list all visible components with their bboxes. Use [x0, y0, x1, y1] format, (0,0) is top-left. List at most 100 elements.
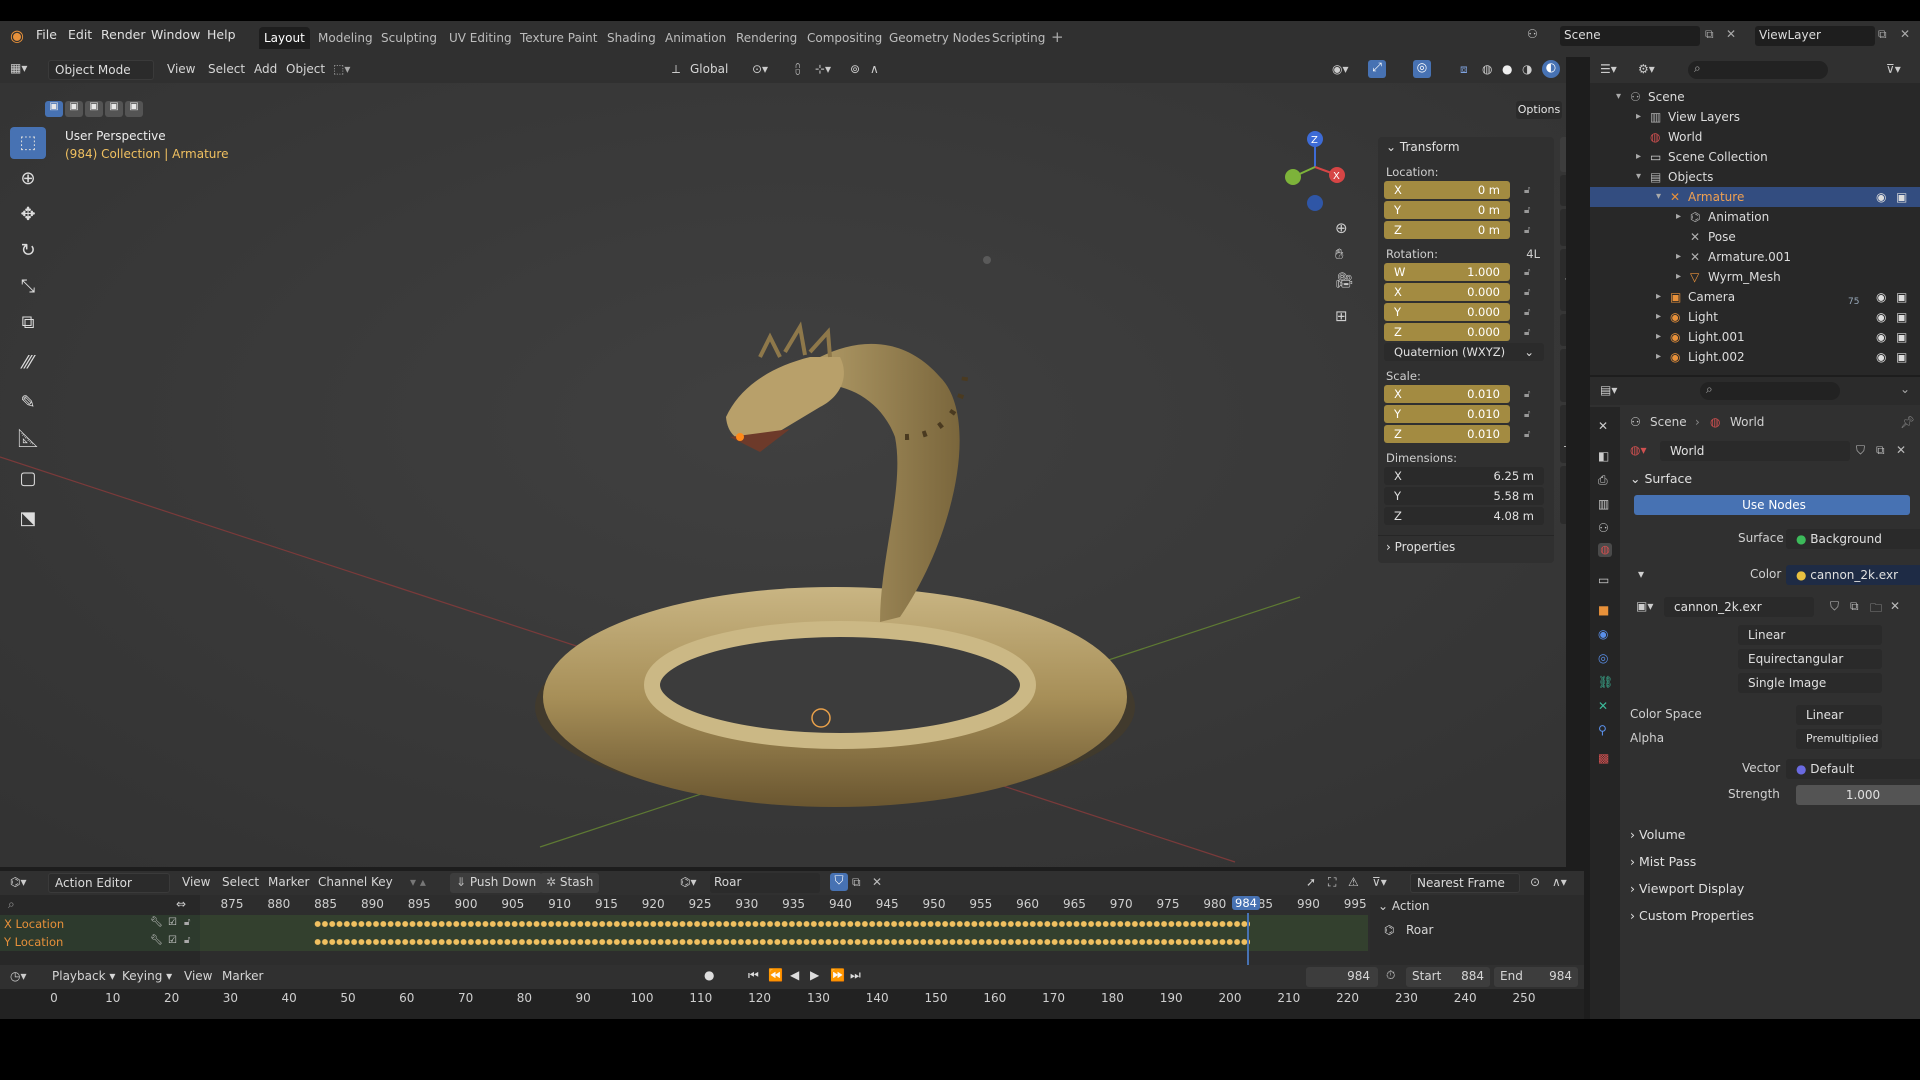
checkbox-icon[interactable]: ☑ [168, 935, 177, 946]
filter-icon[interactable]: ⊽▾ [1372, 875, 1387, 889]
current-frame-badge[interactable]: 984 [1232, 896, 1260, 910]
proportional-edit-icon[interactable]: ⊚ [850, 62, 860, 76]
rotation-mode-tag[interactable]: 4L [1526, 247, 1540, 261]
gizmo-toggle-icon[interactable]: ⬚▾ [333, 62, 350, 76]
material-shading-icon[interactable]: ◑ [1522, 62, 1532, 76]
only-errors-icon[interactable]: ⚠ [1348, 875, 1359, 889]
shear-icon[interactable]: ⬔ [10, 503, 46, 535]
jump-start-icon[interactable]: ⏮ [748, 968, 759, 983]
menu-window[interactable]: Window [151, 25, 200, 45]
open-image-icon[interactable]: 🗀︎ [1870, 599, 1882, 620]
menu-view[interactable]: View [167, 62, 195, 76]
outliner-search-input[interactable]: ⌕ [1688, 61, 1828, 79]
snapping-dropdown[interactable]: Nearest Frame [1410, 873, 1520, 893]
location-y-field[interactable]: Y 0 m [1384, 201, 1510, 219]
record-icon[interactable]: ● [704, 968, 714, 982]
color-input-field[interactable]: ● cannon_2k.exr [1786, 565, 1920, 585]
solid-shading-icon[interactable]: ● [1502, 62, 1512, 76]
duplicate-icon[interactable]: ⧉ [1850, 599, 1859, 614]
expand-arrow-icon[interactable]: ▸ [1656, 347, 1661, 367]
select-new-icon[interactable]: ▣ [45, 101, 63, 117]
outliner-row[interactable]: ▸ ▽ Wyrm_Mesh [1590, 267, 1920, 287]
view-layer-selector[interactable]: ViewLayer [1755, 26, 1875, 46]
tab-rendering[interactable]: Rendering [731, 27, 802, 49]
expand-arrow-icon[interactable]: ▸ [1636, 147, 1641, 167]
timeline-ruler[interactable]: 0 10 20 30 40 50 60 70 80 90 100 110 120 130 140 150 160… [0, 991, 1584, 1009]
expand-arrow-icon[interactable]: ▸ [1676, 207, 1681, 227]
dimensions-z-field[interactable]: Z 4.08 m [1384, 507, 1544, 525]
constraint-tab-icon[interactable]: ⛓︎ [1598, 675, 1613, 689]
alpha-dropdown[interactable]: Premultiplied [1796, 729, 1882, 749]
eye-icon[interactable]: ◉ [1876, 307, 1886, 327]
scene-icon[interactable]: ⚇ [1527, 27, 1538, 41]
action-panel-header[interactable]: ⌄ Action [1378, 899, 1429, 913]
scale-z-field[interactable]: Z 0.010 [1384, 425, 1510, 443]
cursor-icon[interactable]: ⊕ [10, 163, 46, 195]
annotate-icon[interactable]: ⁄⁄⁄ [10, 347, 46, 379]
prev-keyframe-icon[interactable]: ⏪ [768, 968, 783, 982]
keyframes-y-location[interactable] [314, 936, 1250, 948]
snap-target-icon[interactable]: ⊹▾ [815, 62, 831, 76]
modifier-tab-icon[interactable]: ◉ [1598, 627, 1612, 641]
dimensions-x-field[interactable]: X 6.25 m [1384, 467, 1544, 485]
modifier-icon[interactable]: 🔧︎ [150, 917, 163, 928]
scene-selector[interactable]: Scene [1560, 26, 1700, 46]
action-menu-marker[interactable]: Marker [268, 875, 309, 889]
vector-field[interactable]: ● Default [1786, 759, 1920, 779]
breadcrumb-scene[interactable]: Scene [1650, 415, 1687, 429]
action-name-field[interactable]: Roar [710, 873, 820, 893]
properties-subpanel[interactable]: › Properties [1378, 535, 1554, 557]
lock-icon[interactable]: 🔓︎ [1524, 205, 1530, 216]
timeline-editor-icon[interactable]: ◷▾ [10, 969, 27, 983]
timeline-menu-view[interactable]: View [184, 969, 212, 983]
texture-tab-icon[interactable]: ▩ [1598, 751, 1612, 765]
action-menu-channel[interactable]: Channel [318, 875, 367, 889]
show-hidden-icon[interactable]: ⛶ [1328, 875, 1336, 890]
lock-icon[interactable]: 🔓︎ [1524, 409, 1530, 420]
action-menu-key[interactable]: Key [371, 875, 393, 889]
tab-animation[interactable]: Animation [660, 27, 731, 49]
filter-icon[interactable]: ⊽▾ [1886, 62, 1901, 76]
outliner-row[interactable]: ▸ ▣ Camera ◉ ▣ [1590, 287, 1920, 307]
falloff-icon[interactable]: ∧▾ [1552, 875, 1567, 889]
image-name-field[interactable]: cannon_2k.exr [1664, 597, 1814, 617]
scale-x-field[interactable]: X 0.010 [1384, 385, 1510, 403]
3d-viewport[interactable]: ▦▾ Object Mode View Select Add Object ⬚▾… [0, 57, 1566, 867]
expand-arrow-icon[interactable]: ▸ [1676, 247, 1681, 267]
render-visibility-icon[interactable]: ▣ [1896, 287, 1907, 307]
outliner-row[interactable]: ▸ ◉ Light.002 ◉ ▣ [1590, 347, 1920, 367]
tab-hardops[interactable]: HardOps [1560, 405, 1566, 464]
select-box-icon[interactable]: ⬚ [10, 127, 46, 159]
render-visibility-icon[interactable]: ▣ [1896, 187, 1907, 207]
play-icon[interactable]: ▶ [810, 968, 819, 982]
chevron-down-icon[interactable]: ▾ [1638, 567, 1644, 581]
expand-arrow-icon[interactable]: ▸ [1636, 107, 1641, 127]
render-visibility-icon[interactable]: ▣ [1896, 307, 1907, 327]
scene-delete-icon[interactable]: ✕ [1726, 27, 1736, 41]
rotation-y-field[interactable]: Y 0.000 [1384, 303, 1510, 321]
menu-render[interactable]: Render [101, 25, 146, 45]
output-tab-icon[interactable]: ⎙ [1598, 473, 1612, 487]
mode-dropdown[interactable]: Object Mode [48, 60, 154, 80]
object-tab-icon[interactable]: ■ [1598, 603, 1612, 617]
render-visibility-icon[interactable]: ▣ [1896, 327, 1907, 347]
tab-texture-paint[interactable]: Texture Paint [515, 27, 602, 49]
snap-icon[interactable]: ⩉ [795, 62, 800, 77]
lock-icon[interactable]: 🔓︎ [1524, 225, 1530, 236]
source-dropdown[interactable]: Single Image [1738, 673, 1882, 693]
use-nodes-button[interactable]: Use Nodes [1634, 495, 1910, 515]
outliner-row[interactable]: ✕ Pose [1590, 227, 1920, 247]
camera-view-icon[interactable]: 🎥︎ [1335, 271, 1354, 289]
current-frame-field[interactable]: 984 [1306, 967, 1378, 987]
falloff-icon[interactable]: ∧ [870, 62, 879, 76]
action-mode-dropdown[interactable]: Action Editor [48, 873, 170, 893]
unlink-icon[interactable]: ✕ [1896, 443, 1906, 457]
tab-compositing[interactable]: Compositing [802, 27, 887, 49]
duplicate-icon[interactable]: ⧉ [1876, 443, 1885, 458]
tab-view[interactable]: View [1560, 209, 1566, 246]
view-layer-delete-icon[interactable]: ✕ [1900, 27, 1910, 41]
checkbox-icon[interactable]: ☑ [168, 917, 177, 928]
channel-row[interactable]: X Location 🔧︎ ☑ 🔓︎ [0, 915, 200, 933]
clock-icon[interactable]: ⏱ [1386, 968, 1395, 983]
end-frame-field[interactable]: End 984 [1494, 967, 1578, 987]
